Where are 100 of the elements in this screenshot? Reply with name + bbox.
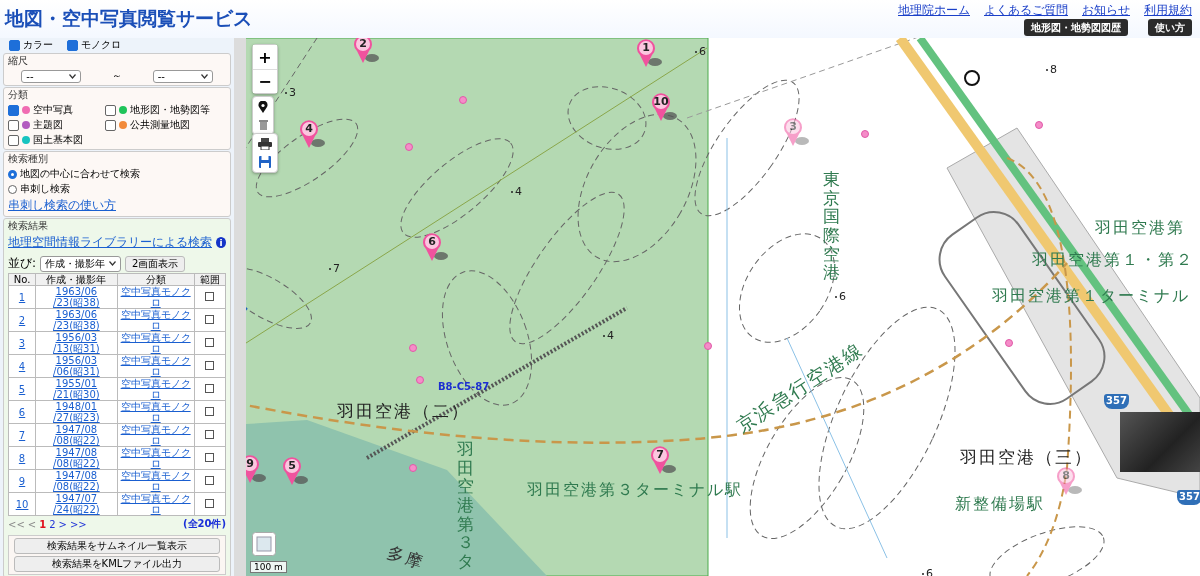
map-label: 新整備場駅 — [955, 494, 1045, 515]
map-symbol-icon — [964, 70, 980, 86]
caret-icon — [69, 73, 77, 79]
library-search-link[interactable]: 地理空間情報ライブラリーによる検索 — [8, 234, 212, 251]
spot-height: 8 — [1046, 63, 1057, 76]
save-icon[interactable] — [259, 156, 271, 168]
range-checkbox[interactable] — [205, 360, 215, 370]
help-link[interactable]: 串刺し検索の使い方 — [8, 197, 226, 214]
section-label: 検索結果 — [8, 219, 49, 233]
point-marker[interactable] — [409, 344, 417, 352]
point-marker[interactable] — [405, 143, 413, 151]
map-label: 羽田空港第３タ — [457, 440, 474, 571]
page-link[interactable]: 1 — [39, 518, 47, 530]
route-shield: 357 — [1177, 490, 1200, 505]
header-link[interactable]: 利用規約 — [1144, 3, 1192, 17]
checkbox-label: 主題図 — [33, 118, 63, 132]
checkbox-label: 空中写真 — [33, 103, 73, 117]
range-checkbox[interactable] — [205, 429, 215, 439]
column-header: 作成・撮影年 — [35, 273, 118, 286]
checkbox-label: 国土基本図 — [33, 133, 83, 147]
point-marker[interactable] — [459, 96, 467, 104]
point-marker[interactable] — [1035, 121, 1043, 129]
radio-label: 串刺し検索 — [20, 182, 70, 196]
previous-page-link[interactable]: < — [27, 518, 37, 530]
scale-to-select[interactable]: -- — [152, 69, 213, 83]
print-icon[interactable] — [258, 138, 272, 150]
map-label: 羽田空港第 — [1095, 218, 1185, 239]
checkbox-label: 地形図・地勢図等 — [130, 103, 210, 117]
header-link[interactable]: 地理院ホーム — [898, 3, 970, 17]
caret-icon — [200, 73, 208, 79]
checkbox[interactable] — [8, 134, 19, 146]
range-checkbox[interactable] — [205, 383, 215, 393]
checkbox[interactable] — [8, 119, 19, 131]
map-label: B8-C5-87 — [438, 381, 490, 392]
zoom-out-button[interactable]: − — [253, 69, 277, 93]
route-shield: 357 — [1104, 394, 1129, 409]
scrollbar[interactable] — [234, 38, 246, 576]
checkbox[interactable] — [8, 104, 19, 116]
section-label: 分類 — [8, 88, 29, 102]
spot-height: 6 — [695, 45, 706, 58]
export-button[interactable]: 検索結果をサムネイル一覧表示 — [14, 538, 220, 554]
radio-label: 地図の中心に合わせて検索 — [20, 167, 140, 181]
first-page-link[interactable]: << — [8, 518, 25, 530]
last-page-link[interactable]: >> — [69, 518, 87, 530]
map-label: 羽田空港（三） — [960, 446, 1093, 469]
spot-height: 7 — [329, 262, 340, 275]
sort-select[interactable]: 作成・撮影年 — [40, 255, 122, 272]
spot-height: 4 — [603, 329, 614, 342]
range-checkbox[interactable] — [205, 475, 215, 485]
checkbox[interactable] — [9, 39, 20, 51]
range-checkbox[interactable] — [205, 337, 215, 347]
column-header: 分類 — [117, 273, 195, 286]
map-label: 東京国際空港 — [823, 170, 840, 283]
point-marker[interactable] — [1005, 339, 1013, 347]
sort-label: 並び: — [8, 255, 37, 272]
header-link[interactable]: よくあるご質問 — [984, 3, 1068, 17]
range-checkbox[interactable] — [205, 452, 215, 462]
scale-bar: 100 m — [250, 561, 287, 573]
range-separator: ～ — [112, 69, 122, 83]
checkbox-label: 公共測量地図 — [130, 118, 190, 132]
export-button[interactable]: 検索結果をKMLファイル出力 — [14, 556, 220, 572]
map-label: 羽田空港（二） — [337, 400, 470, 423]
header-button[interactable]: 地形図・地勢図図歴 — [1024, 19, 1128, 36]
dual-view-button[interactable]: 2画面表示 — [125, 255, 186, 272]
radio-button[interactable] — [8, 169, 17, 179]
radio-button[interactable] — [8, 184, 17, 194]
range-checkbox[interactable] — [205, 291, 215, 301]
location-pin-icon[interactable] — [258, 101, 268, 113]
spot-height: 6 — [835, 290, 846, 303]
checkbox[interactable] — [105, 104, 116, 116]
zoom-in-button[interactable]: + — [253, 45, 277, 69]
info-icon[interactable]: i — [216, 237, 226, 248]
point-marker[interactable] — [416, 376, 424, 384]
map-label: 多摩 — [384, 540, 428, 575]
checkbox[interactable] — [105, 119, 116, 131]
section-label: 縮尺 — [8, 54, 29, 68]
taxiway-outline — [246, 267, 312, 329]
checkbox-label: モノクロ — [81, 38, 121, 52]
checkbox[interactable] — [67, 39, 78, 51]
range-checkbox[interactable] — [205, 498, 215, 508]
point-marker[interactable] — [861, 130, 869, 138]
point-marker[interactable] — [409, 464, 417, 472]
section-label: 検索種別 — [8, 152, 49, 166]
trash-icon[interactable] — [258, 119, 268, 130]
checkbox-label: カラー — [23, 38, 53, 52]
range-checkbox[interactable] — [205, 406, 215, 416]
spot-height: 3 — [285, 86, 296, 99]
scale-from-select[interactable]: -- — [21, 69, 82, 83]
column-header: 範囲 — [194, 273, 226, 286]
app-title: 地図・空中写真閲覧サービス — [5, 6, 252, 31]
header-button[interactable]: 使い方 — [1148, 19, 1192, 36]
header-link[interactable]: お知らせ — [1082, 3, 1130, 17]
result-total: (全20件) — [182, 517, 226, 531]
map-label: 京浜急行空港線 — [731, 337, 869, 439]
range-checkbox[interactable] — [205, 314, 215, 324]
page-link[interactable]: 2 — [49, 518, 56, 530]
point-marker[interactable] — [704, 342, 712, 350]
caret-icon — [109, 261, 117, 266]
spot-height: 4 — [511, 185, 522, 198]
next-page-link[interactable]: > — [58, 518, 67, 530]
